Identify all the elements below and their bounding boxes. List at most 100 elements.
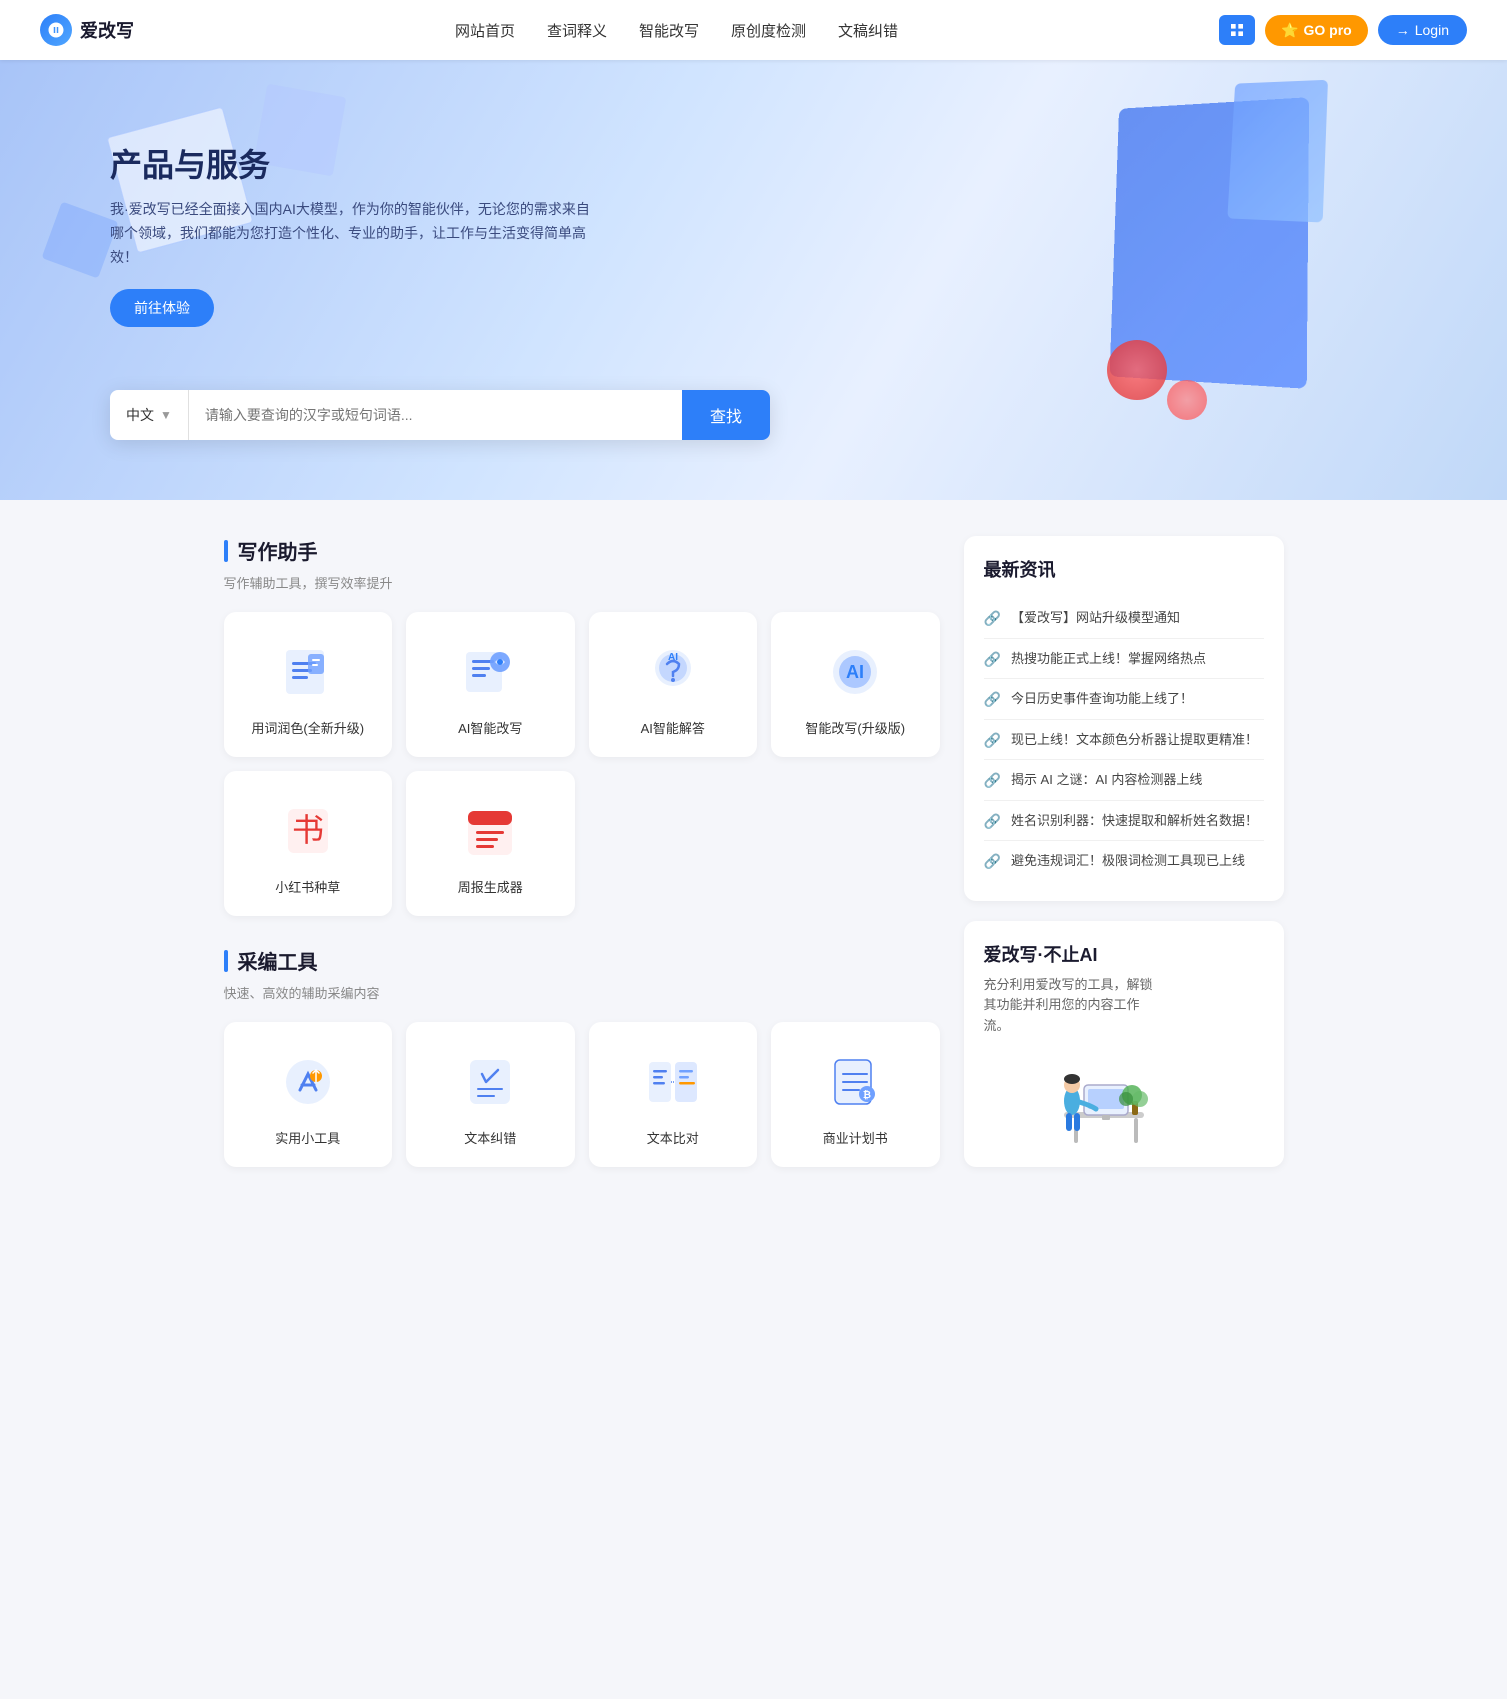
- login-label: Login: [1415, 22, 1449, 38]
- card-smart-rewrite-label: 智能改写(升级版): [805, 718, 905, 737]
- plan-icon: ₿: [823, 1050, 887, 1114]
- link-icon-4: 🔗: [984, 772, 1001, 789]
- svg-text:AI: AI: [668, 652, 678, 663]
- news-title: 最新资讯: [984, 556, 1264, 582]
- nav-dict[interactable]: 查词释义: [547, 20, 607, 41]
- ai-answer-icon: AI: [641, 640, 705, 704]
- language-selector[interactable]: 中文 ▼: [110, 390, 189, 440]
- compare-icon: [641, 1050, 705, 1114]
- card-weekly[interactable]: 周报生成器: [406, 771, 575, 916]
- card-xiaohongshu[interactable]: 书 小红书种草: [224, 771, 393, 916]
- news-item-2[interactable]: 🔗 今日历史事件查询功能上线了！: [984, 679, 1264, 720]
- news-text-4: 揭示 AI 之谜：AI 内容检测器上线: [1011, 770, 1202, 790]
- ai-upgrade-icon: AI: [823, 640, 887, 704]
- deco-circle-2: [1167, 380, 1207, 420]
- writing-section-title: 写作助手: [224, 536, 940, 565]
- search-button[interactable]: 查找: [682, 390, 770, 440]
- card-text-correct[interactable]: 文本纠错: [406, 1022, 575, 1167]
- search-input[interactable]: [189, 390, 682, 440]
- svg-text:₿: ₿: [863, 1089, 871, 1101]
- card-text-compare[interactable]: 文本比对: [589, 1022, 758, 1167]
- news-item-3[interactable]: 🔗 现已上线！文本颜色分析器让提取更精准！: [984, 720, 1264, 761]
- news-text-3: 现已上线！文本颜色分析器让提取更精准！: [1011, 730, 1258, 750]
- main-content: 写作助手 写作辅助工具，撰写效率提升: [204, 500, 1304, 1233]
- logo-svg: [47, 21, 65, 39]
- xiaohongshu-icon: 书: [276, 799, 340, 863]
- link-icon-0: 🔗: [984, 610, 1001, 627]
- news-text-0: 【爱改写】网站升级模型通知: [1011, 608, 1180, 628]
- card-ai-rewrite-label: AI智能改写: [458, 718, 522, 737]
- card-word-polish-label: 用词润色(全新升级): [251, 718, 364, 737]
- deco-blue-rect-2: [1227, 80, 1328, 223]
- promo-illustration: [984, 1057, 1264, 1147]
- sidebar: 最新资讯 🔗 【爱改写】网站升级模型通知 🔗 热搜功能正式上线！掌握网络热点 🔗…: [964, 536, 1284, 1197]
- deco-cube-3: [42, 202, 119, 279]
- card-tools[interactable]: 实用小工具: [224, 1022, 393, 1167]
- logo[interactable]: 爱改写: [40, 14, 134, 46]
- card-ai-answer-label: AI智能解答: [641, 718, 705, 737]
- card-tools-label: 实用小工具: [275, 1128, 340, 1147]
- weekly-icon: [458, 799, 522, 863]
- login-button[interactable]: → Login: [1378, 15, 1467, 45]
- link-icon-6: 🔗: [984, 853, 1001, 870]
- promo-subtitle: 充分利用爱改写的工具，解锁其功能并利用您的内容工作流。: [984, 975, 1164, 1037]
- card-biz-plan-label: 商业计划书: [823, 1128, 888, 1147]
- hero-title: 产品与服务: [110, 140, 590, 186]
- card-weekly-label: 周报生成器: [458, 877, 523, 896]
- header-actions: ⭐ GO pro → Login: [1219, 15, 1467, 46]
- tools-section: 采编工具 快速、高效的辅助采编内容 实: [224, 946, 940, 1167]
- card-biz-plan[interactable]: ₿ 商业计划书: [771, 1022, 940, 1167]
- news-item-5[interactable]: 🔗 姓名识别利器：快速提取和解析姓名数据！: [984, 801, 1264, 842]
- hero-content: 产品与服务 我·爱改写已经全面接入国内AI大模型，作为你的智能伙伴，无论您的需求…: [110, 140, 590, 327]
- news-item-1[interactable]: 🔗 热搜功能正式上线！掌握网络热点: [984, 639, 1264, 680]
- go-pro-button[interactable]: ⭐ GO pro: [1265, 15, 1368, 46]
- logo-text: 爱改写: [80, 17, 134, 43]
- tools-section-title: 采编工具: [224, 946, 940, 975]
- hero-banner: 产品与服务 我·爱改写已经全面接入国内AI大模型，作为你的智能伙伴，无论您的需求…: [0, 60, 1507, 500]
- language-label: 中文: [126, 405, 154, 425]
- edit-icon: [276, 640, 340, 704]
- tools-icon: [276, 1050, 340, 1114]
- tools-section-subtitle: 快速、高效的辅助采编内容: [224, 983, 940, 1002]
- try-button[interactable]: 前往体验: [110, 289, 214, 327]
- promo-svg: [984, 1057, 1164, 1147]
- nav-check[interactable]: 原创度检测: [731, 20, 806, 41]
- left-column: 写作助手 写作辅助工具，撰写效率提升: [224, 536, 940, 1197]
- search-bar: 中文 ▼ 查找: [110, 390, 770, 440]
- go-pro-label: GO pro: [1303, 22, 1351, 38]
- writing-cards-grid: 用词润色(全新升级): [224, 612, 940, 916]
- grid-button[interactable]: [1219, 15, 1255, 45]
- card-xiaohongshu-label: 小红书种草: [275, 877, 340, 896]
- link-icon-5: 🔗: [984, 813, 1001, 830]
- card-word-polish[interactable]: 用词润色(全新升级): [224, 612, 393, 757]
- nav-correct[interactable]: 文稿纠错: [838, 20, 898, 41]
- news-text-5: 姓名识别利器：快速提取和解析姓名数据！: [1011, 811, 1258, 831]
- link-icon-3: 🔗: [984, 732, 1001, 749]
- writing-section-subtitle: 写作辅助工具，撰写效率提升: [224, 573, 940, 592]
- news-item-0[interactable]: 🔗 【爱改写】网站升级模型通知: [984, 598, 1264, 639]
- link-icon-1: 🔗: [984, 651, 1001, 668]
- promo-title: 爱改写·不止AI: [984, 941, 1264, 967]
- nav-rewrite[interactable]: 智能改写: [639, 20, 699, 41]
- card-smart-rewrite[interactable]: AI 智能改写(升级版): [771, 612, 940, 757]
- ai-rewrite-icon: [458, 640, 522, 704]
- news-text-1: 热搜功能正式上线！掌握网络热点: [1011, 649, 1206, 669]
- card-text-correct-label: 文本纠错: [464, 1128, 516, 1147]
- card-text-compare-label: 文本比对: [647, 1128, 699, 1147]
- svg-text:AI: AI: [846, 662, 864, 682]
- link-icon-2: 🔗: [984, 691, 1001, 708]
- news-text-6: 避免违规词汇！极限词检测工具现已上线: [1011, 851, 1245, 871]
- grid-icon: [1229, 22, 1245, 38]
- chevron-down-icon: ▼: [160, 408, 172, 422]
- nav-home[interactable]: 网站首页: [455, 20, 515, 41]
- promo-box: 爱改写·不止AI 充分利用爱改写的工具，解锁其功能并利用您的内容工作流。: [964, 921, 1284, 1167]
- login-icon: →: [1396, 22, 1410, 38]
- main-nav: 网站首页 查词释义 智能改写 原创度检测 文稿纠错: [455, 20, 898, 41]
- svg-text:书: 书: [292, 812, 324, 848]
- news-item-4[interactable]: 🔗 揭示 AI 之谜：AI 内容检测器上线: [984, 760, 1264, 801]
- hero-subtitle: 我·爱改写已经全面接入国内AI大模型，作为你的智能伙伴，无论您的需求来自哪个领域…: [110, 198, 590, 269]
- go-pro-icon: ⭐: [1281, 22, 1298, 39]
- news-item-6[interactable]: 🔗 避免违规词汇！极限词检测工具现已上线: [984, 841, 1264, 881]
- card-ai-answer[interactable]: AI AI智能解答: [589, 612, 758, 757]
- card-ai-rewrite[interactable]: AI智能改写: [406, 612, 575, 757]
